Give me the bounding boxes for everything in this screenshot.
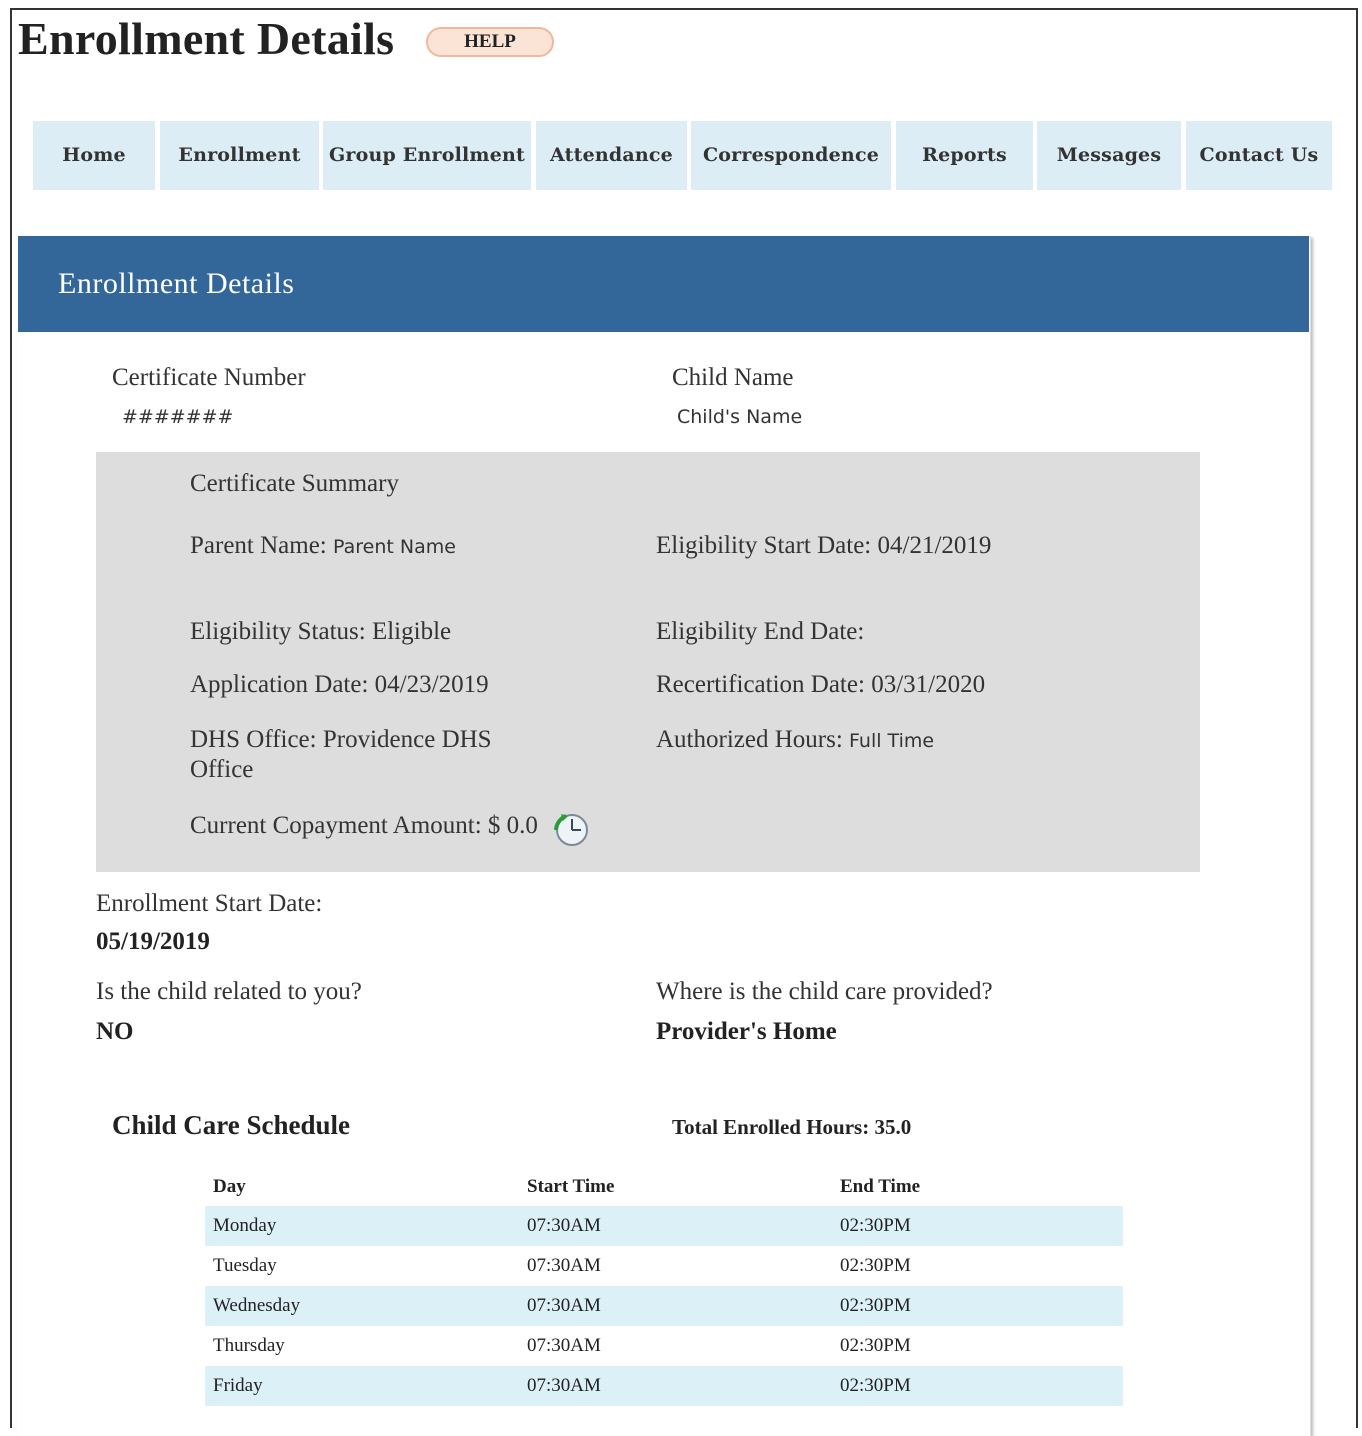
nav-messages[interactable]: Messages [1037,121,1181,190]
table-row: Thursday 07:30AM 02:30PM [205,1326,1123,1366]
table-row: Friday 07:30AM 02:30PM [205,1366,1123,1406]
care-location-label: Where is the child care provided? [656,978,993,1005]
row-start: 07:30AM [527,1335,601,1356]
row-end: 02:30PM [840,1335,911,1356]
nav-contact-us[interactable]: Contact Us [1186,121,1332,190]
certificate-summary-box [96,452,1200,872]
child-related-label: Is the child related to you? [96,978,362,1005]
row-start: 07:30AM [519,1366,832,1406]
col-day: Day [213,1176,246,1197]
row-day: Monday [205,1206,519,1246]
child-name-value: Child's Name [677,406,803,428]
nav-reports[interactable]: Reports [896,121,1033,190]
recertification-date-value: 03/31/2020 [871,671,986,698]
certificate-number-label: Certificate Number [112,364,306,391]
row-day: Wednesday [205,1286,519,1326]
table-row: Tuesday 07:30AM 02:30PM [205,1246,1123,1286]
col-end-time: End Time [840,1176,921,1197]
child-related-value: NO [96,1018,134,1045]
row-end: 02:30PM [832,1366,1123,1406]
nav-home[interactable]: Home [33,121,155,190]
table-row: Monday 07:30AM 02:30PM [205,1206,1123,1246]
eligibility-start-value: 04/21/2019 [877,532,992,559]
application-date-label: Application Date: [190,671,369,698]
certificate-summary-title: Certificate Summary [190,470,399,497]
schedule-table: Day Start Time End Time Monday 07:30AM 0… [205,1168,1123,1406]
row-end: 02:30PM [840,1255,911,1276]
main-nav: Home Enrollment Group Enrollment Attenda… [33,121,1332,190]
authorized-hours-label: Authorized Hours: [656,726,843,753]
copayment-value: $ 0.0 [487,812,538,839]
row-day: Friday [205,1366,519,1406]
application-date-value: 04/23/2019 [374,671,489,698]
enrollment-start-label: Enrollment Start Date: [96,890,323,917]
parent-name-value: Parent Name [333,536,456,558]
dhs-office-value-line1: Providence DHS [322,726,492,753]
child-name-label: Child Name [672,364,794,391]
eligibility-status-field: Eligibility Status: Eligible [190,618,451,646]
recertification-date-field: Recertification Date: 03/31/2020 [656,671,985,699]
parent-name-field: Parent Name: Parent Name [190,532,456,560]
row-day: Thursday [213,1335,285,1356]
copayment-label: Current Copayment Amount: [190,812,482,839]
nav-correspondence[interactable]: Correspondence [691,121,891,190]
enrollment-start-value: 05/19/2019 [96,928,210,955]
col-start-time: Start Time [527,1176,615,1197]
eligibility-status-value: Eligible [371,618,452,645]
panel-header-title: Enrollment Details [58,267,295,300]
nav-attendance[interactable]: Attendance [536,121,687,190]
eligibility-status-label: Eligibility Status: [190,618,366,645]
copayment-field: Current Copayment Amount: $ 0.0 [190,812,538,840]
eligibility-end-field: Eligibility End Date: [656,618,864,646]
table-row: Wednesday 07:30AM 02:30PM [205,1286,1123,1326]
row-start: 07:30AM [519,1206,832,1246]
panel-header: Enrollment Details [18,236,1309,332]
eligibility-start-label: Eligibility Start Date: [656,532,872,559]
row-day: Tuesday [213,1255,277,1276]
dhs-office-value-line2: Office [190,756,254,783]
page-title: Enrollment Details [18,13,395,64]
application-date-field: Application Date: 04/23/2019 [190,671,489,699]
row-end: 02:30PM [832,1286,1123,1326]
help-button[interactable]: HELP [426,27,554,57]
row-end: 02:30PM [832,1206,1123,1246]
row-start: 07:30AM [527,1255,601,1276]
total-enrolled-hours: Total Enrolled Hours: 35.0 [672,1115,912,1139]
nav-enrollment[interactable]: Enrollment [160,121,319,190]
row-start: 07:30AM [519,1286,832,1326]
parent-name-label: Parent Name: [190,532,327,559]
authorized-hours-field: Authorized Hours: Full Time [656,726,934,754]
history-clock-icon[interactable] [552,810,590,848]
dhs-office-label: DHS Office: [190,726,317,753]
nav-group-enrollment[interactable]: Group Enrollment [323,121,531,190]
authorized-hours-value: Full Time [849,730,935,752]
dhs-office-field: DHS Office: Providence DHS [190,726,492,754]
schedule-header-row: Day Start Time End Time [205,1168,1123,1206]
schedule-title: Child Care Schedule [112,1110,351,1140]
eligibility-start-field: Eligibility Start Date: 04/21/2019 [656,532,991,560]
recertification-date-label: Recertification Date: [656,671,865,698]
care-location-value: Provider's Home [656,1018,837,1045]
eligibility-end-label: Eligibility End Date: [656,618,865,645]
certificate-number-value: ####### [122,406,234,428]
